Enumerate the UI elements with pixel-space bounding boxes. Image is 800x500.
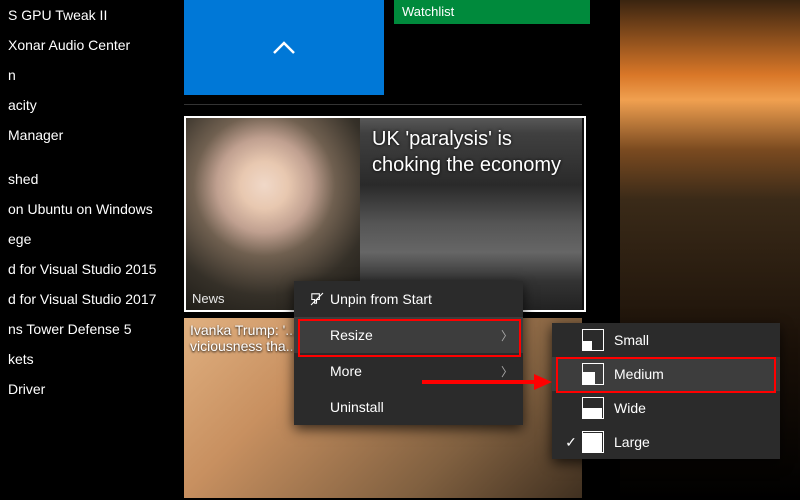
start-menu: S GPU Tweak II Xonar Audio Center n acit… xyxy=(0,0,620,500)
group-divider xyxy=(184,104,582,105)
size-medium[interactable]: Medium xyxy=(552,357,780,391)
app-item[interactable]: ege xyxy=(0,224,178,254)
tile-collapse[interactable] xyxy=(184,0,384,95)
menu-more[interactable]: More 〉 xyxy=(294,353,523,389)
menu-label: Resize xyxy=(330,327,501,343)
menu-label: Unpin from Start xyxy=(330,291,513,307)
menu-resize[interactable]: Resize 〉 xyxy=(294,317,523,353)
tile-watchlist[interactable]: Watchlist xyxy=(394,0,590,24)
news-headline: UK 'paralysis' is choking the economy xyxy=(372,126,572,178)
app-item[interactable]: Driver xyxy=(0,374,178,404)
app-item[interactable]: acity xyxy=(0,90,178,120)
app-item[interactable]: Manager xyxy=(0,120,178,150)
app-item[interactable]: d for Visual Studio 2015 xyxy=(0,254,178,284)
app-item[interactable]: on Ubuntu on Windows xyxy=(0,194,178,224)
menu-unpin[interactable]: Unpin from Start xyxy=(294,281,523,317)
size-wide-icon xyxy=(582,397,604,419)
chevron-up-icon xyxy=(269,33,299,63)
menu-label: Uninstall xyxy=(330,399,513,415)
menu-uninstall[interactable]: Uninstall xyxy=(294,389,523,425)
tile-caption: Ivanka Trump: '... viciousness tha... xyxy=(190,322,310,354)
size-medium-icon xyxy=(582,363,604,385)
size-label: Medium xyxy=(614,366,664,382)
size-label: Large xyxy=(614,434,650,450)
size-small[interactable]: Small xyxy=(552,323,780,357)
chevron-right-icon: 〉 xyxy=(501,327,513,344)
tile-app-label: News xyxy=(192,291,225,306)
menu-label: More xyxy=(330,363,501,379)
size-wide[interactable]: Wide xyxy=(552,391,780,425)
app-item[interactable]: S GPU Tweak II xyxy=(0,0,178,30)
app-item[interactable]: n xyxy=(0,60,178,90)
app-item[interactable]: d for Visual Studio 2017 xyxy=(0,284,178,314)
size-label: Wide xyxy=(614,400,646,416)
chevron-right-icon: 〉 xyxy=(501,363,513,380)
app-item[interactable]: Xonar Audio Center xyxy=(0,30,178,60)
size-label: Small xyxy=(614,332,649,348)
app-item[interactable]: shed xyxy=(0,164,178,194)
size-small-icon xyxy=(582,329,604,351)
tile-context-menu: Unpin from Start Resize 〉 More 〉 Uninsta… xyxy=(294,281,523,425)
app-item[interactable] xyxy=(0,150,178,164)
size-large[interactable]: ✓ Large xyxy=(552,425,780,459)
size-large-icon xyxy=(582,431,604,453)
unpin-icon xyxy=(304,291,330,307)
check-icon: ✓ xyxy=(560,434,582,451)
app-item[interactable]: kets xyxy=(0,344,178,374)
all-apps-list: S GPU Tweak II Xonar Audio Center n acit… xyxy=(0,0,178,500)
resize-submenu: Small Medium Wide ✓ Large xyxy=(552,323,780,459)
app-item[interactable]: ns Tower Defense 5 xyxy=(0,314,178,344)
